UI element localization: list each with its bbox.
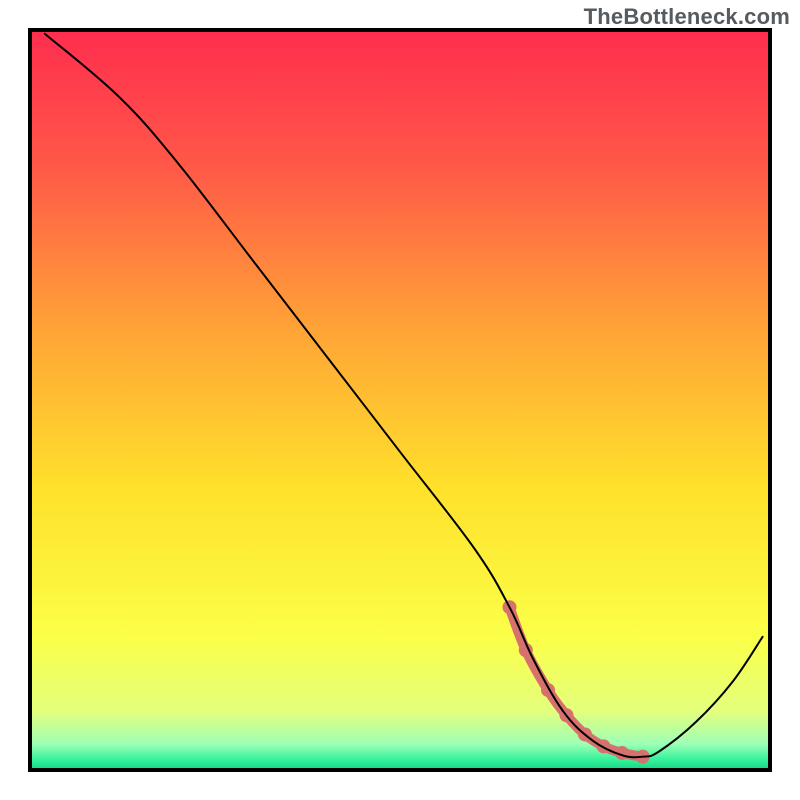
watermark-label: TheBottleneck.com (584, 4, 790, 30)
gradient-background (30, 30, 770, 770)
bottleneck-chart (0, 0, 800, 800)
chart-container: TheBottleneck.com (0, 0, 800, 800)
